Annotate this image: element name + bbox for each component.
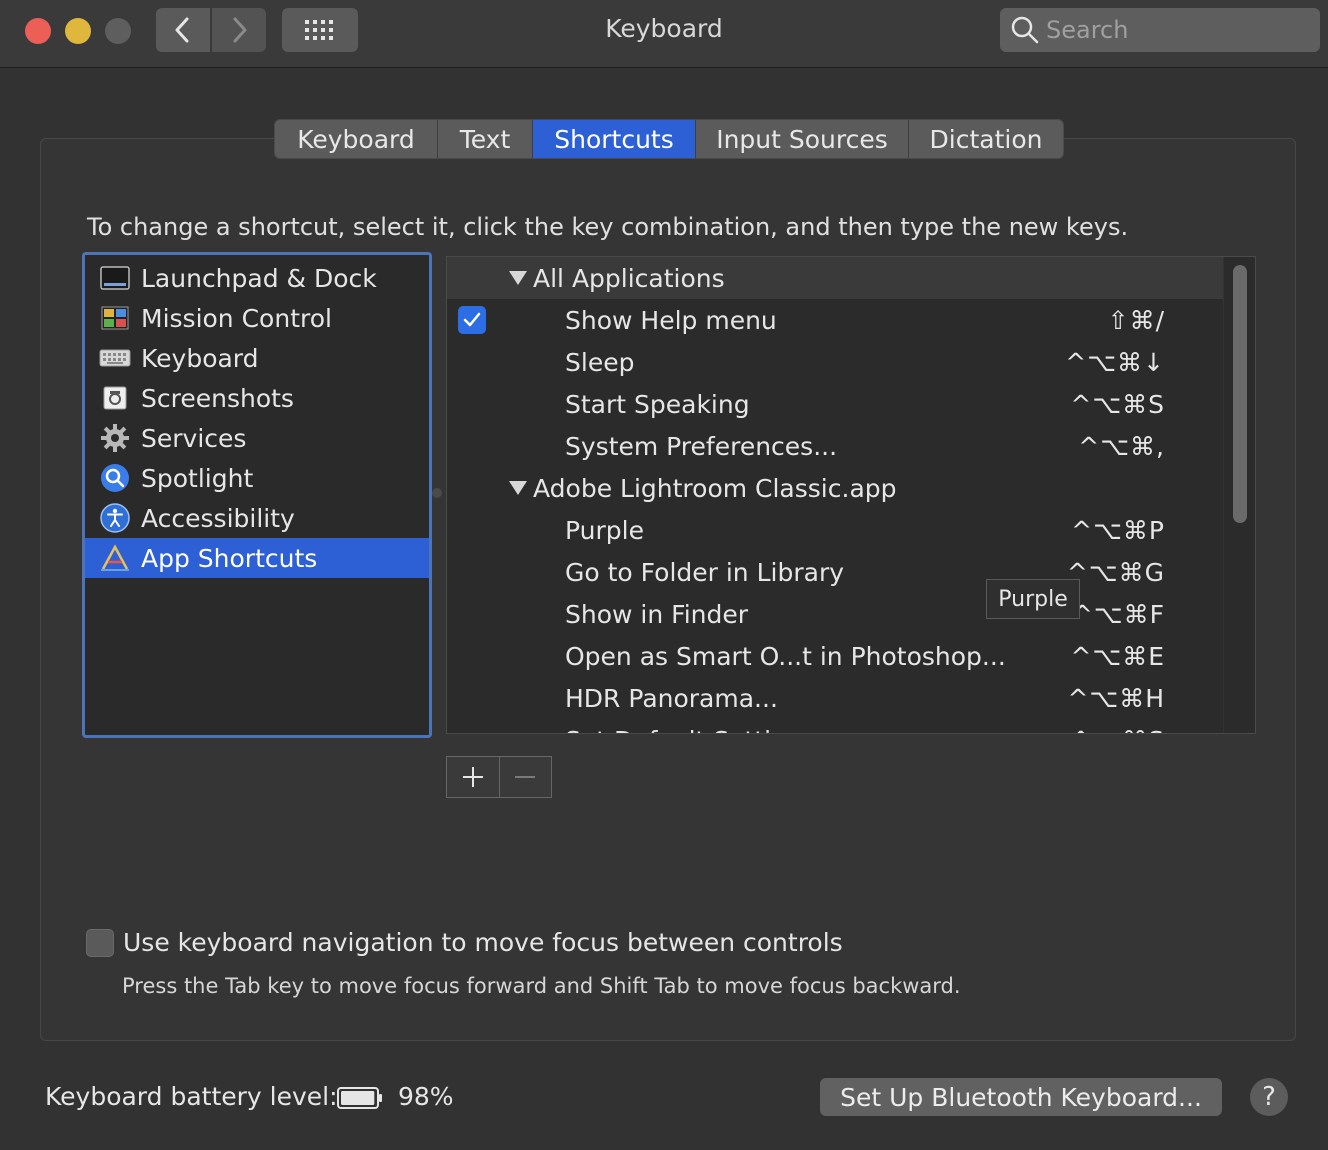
shortcut-keys[interactable]: ⇧⌘/ bbox=[1108, 306, 1165, 335]
search-field[interactable] bbox=[1000, 8, 1320, 52]
shortcut-keys[interactable]: ^⌥⌘S bbox=[1070, 726, 1165, 734]
tab-input-sources[interactable]: Input Sources bbox=[696, 120, 909, 158]
shortcut-group-all-applications[interactable]: All Applications bbox=[447, 257, 1255, 299]
category-item-mission-control[interactable]: Mission Control bbox=[85, 298, 429, 338]
shortcut-label: Set Default Setti... bbox=[565, 726, 795, 734]
category-item-keyboard[interactable]: Keyboard bbox=[85, 338, 429, 378]
search-input[interactable] bbox=[1046, 16, 1306, 44]
app-store-icon bbox=[99, 544, 131, 572]
category-label: Accessibility bbox=[141, 503, 295, 533]
category-item-accessibility[interactable]: Accessibility bbox=[85, 498, 429, 538]
shortcut-label: Open as Smart O...t in Photoshop... bbox=[565, 641, 1006, 671]
help-button[interactable]: ? bbox=[1250, 1078, 1288, 1116]
category-item-spotlight[interactable]: Spotlight bbox=[85, 458, 429, 498]
category-label: Mission Control bbox=[141, 303, 332, 333]
title-bar: Keyboard bbox=[0, 0, 1328, 68]
screenshot-icon bbox=[99, 384, 131, 412]
shortcut-row[interactable]: Show in Finder ^⌥⌘F bbox=[447, 593, 1255, 635]
category-item-services[interactable]: Services bbox=[85, 418, 429, 458]
tab-dictation[interactable]: Dictation bbox=[909, 120, 1063, 158]
vertical-scrollbar[interactable] bbox=[1223, 257, 1255, 733]
disclosure-triangle-icon[interactable] bbox=[509, 271, 527, 285]
minus-icon bbox=[515, 776, 536, 778]
shortcut-label: Go to Folder in Library bbox=[565, 557, 845, 587]
category-label: Launchpad & Dock bbox=[141, 263, 377, 293]
keyboard-icon bbox=[99, 344, 131, 372]
category-item-screenshots[interactable]: Screenshots bbox=[85, 378, 429, 418]
shortcut-category-list[interactable]: Launchpad & Dock Mission Control Keyboar… bbox=[82, 252, 432, 738]
shortcut-label: Show Help menu bbox=[565, 305, 777, 335]
shortcut-keys[interactable]: ^⌥⌘S bbox=[1070, 390, 1165, 419]
shortcut-row[interactable]: Go to Folder in Library ^⌥⌘G bbox=[447, 551, 1255, 593]
tooltip: Purple bbox=[986, 579, 1080, 619]
shortcut-label: Sleep bbox=[565, 347, 635, 377]
enabled-checkbox[interactable] bbox=[458, 306, 486, 334]
battery-label: Keyboard battery level: bbox=[45, 1082, 338, 1111]
accessibility-icon bbox=[99, 503, 131, 533]
category-label: Services bbox=[141, 423, 247, 453]
keyboard-navigation-option[interactable]: Use keyboard navigation to move focus be… bbox=[86, 928, 843, 957]
battery-percentage: 98% bbox=[398, 1082, 454, 1111]
tab-shortcuts[interactable]: Shortcuts bbox=[533, 120, 696, 158]
shortcut-row[interactable]: Open as Smart O...t in Photoshop... ^⌥⌘E bbox=[447, 635, 1255, 677]
tab-keyboard[interactable]: Keyboard bbox=[275, 120, 438, 158]
shortcut-keys[interactable]: ^⌥⌘P bbox=[1071, 516, 1165, 545]
spotlight-icon bbox=[99, 464, 131, 492]
instructions-text: To change a shortcut, select it, click t… bbox=[87, 213, 1129, 241]
shortcut-group-lightroom[interactable]: Adobe Lightroom Classic.app bbox=[447, 467, 1255, 509]
split-view-handle[interactable] bbox=[432, 488, 442, 498]
shortcut-label: HDR Panorama... bbox=[565, 683, 778, 713]
group-label: Adobe Lightroom Classic.app bbox=[533, 473, 897, 503]
remove-shortcut-button[interactable] bbox=[500, 757, 552, 797]
category-label: App Shortcuts bbox=[141, 543, 318, 573]
gear-icon bbox=[99, 424, 131, 452]
category-label: Spotlight bbox=[141, 463, 254, 493]
shortcut-keys[interactable]: ^⌥⌘↓ bbox=[1065, 348, 1165, 377]
keyboard-navigation-help: Press the Tab key to move focus forward … bbox=[122, 974, 961, 998]
group-label: All Applications bbox=[533, 263, 725, 293]
keyboard-navigation-checkbox[interactable] bbox=[86, 928, 114, 957]
shortcut-row[interactable]: HDR Panorama... ^⌥⌘H bbox=[447, 677, 1255, 719]
shortcut-row[interactable]: Sleep ^⌥⌘↓ bbox=[447, 341, 1255, 383]
category-item-app-shortcuts[interactable]: App Shortcuts bbox=[85, 538, 429, 578]
shortcut-keys[interactable]: ^⌥⌘G bbox=[1067, 558, 1165, 587]
disclosure-triangle-icon[interactable] bbox=[509, 481, 527, 495]
shortcut-row[interactable]: Purple ^⌥⌘P bbox=[447, 509, 1255, 551]
setup-bluetooth-keyboard-button[interactable]: Set Up Bluetooth Keyboard... bbox=[820, 1078, 1222, 1116]
add-shortcut-button[interactable] bbox=[447, 757, 500, 797]
search-icon bbox=[1011, 16, 1039, 44]
tab-bar: Keyboard Text Shortcuts Input Sources Di… bbox=[274, 119, 1064, 159]
shortcut-label: Show in Finder bbox=[565, 599, 749, 629]
scroll-thumb[interactable] bbox=[1233, 265, 1247, 523]
shortcut-row[interactable]: Set Default Setti... ^⌥⌘S bbox=[447, 719, 1255, 734]
category-label: Keyboard bbox=[141, 343, 259, 373]
shortcut-keys[interactable]: ^⌥⌘H bbox=[1067, 684, 1165, 713]
shortcut-label: Purple bbox=[565, 515, 644, 545]
keyboard-navigation-label: Use keyboard navigation to move focus be… bbox=[123, 928, 843, 957]
shortcut-keys[interactable]: ^⌥⌘, bbox=[1078, 432, 1165, 461]
launchpad-icon bbox=[99, 264, 131, 292]
shortcut-row[interactable]: Show Help menu ⇧⌘/ bbox=[447, 299, 1255, 341]
shortcut-keys[interactable]: ^⌥⌘F bbox=[1072, 600, 1165, 629]
mission-control-icon bbox=[99, 304, 131, 332]
shortcut-label: Start Speaking bbox=[565, 389, 750, 419]
category-item-launchpad-dock[interactable]: Launchpad & Dock bbox=[85, 258, 429, 298]
add-remove-controls bbox=[446, 756, 552, 798]
shortcut-label: System Preferences... bbox=[565, 431, 838, 461]
shortcut-keys[interactable]: ^⌥⌘E bbox=[1070, 642, 1165, 671]
category-label: Screenshots bbox=[141, 383, 294, 413]
shortcut-row[interactable]: System Preferences... ^⌥⌘, bbox=[447, 425, 1255, 467]
shortcuts-list[interactable]: All Applications Show Help menu ⇧⌘/ Slee… bbox=[446, 256, 1256, 734]
checkmark-icon bbox=[463, 312, 481, 327]
battery-icon bbox=[337, 1086, 383, 1114]
tab-text[interactable]: Text bbox=[438, 120, 533, 158]
plus-icon bbox=[462, 767, 483, 787]
shortcut-row[interactable]: Start Speaking ^⌥⌘S bbox=[447, 383, 1255, 425]
